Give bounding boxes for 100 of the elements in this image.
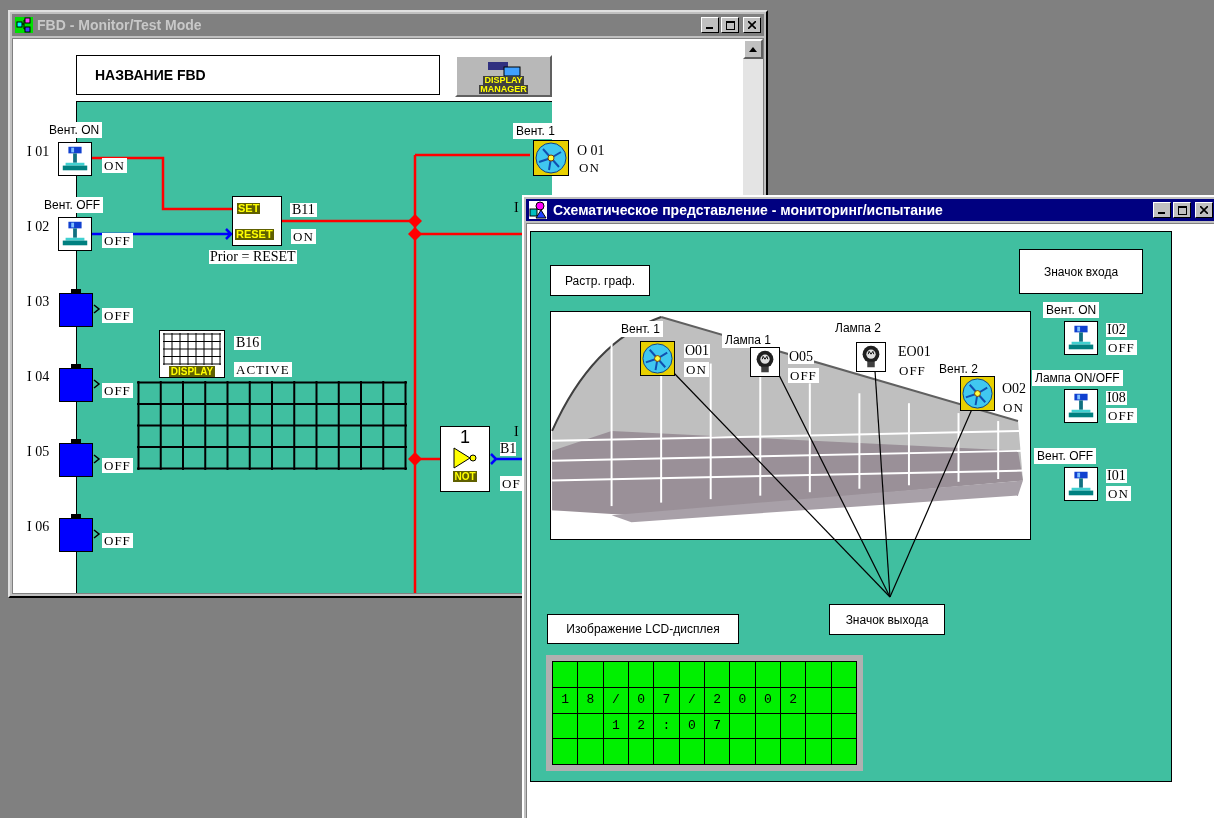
lcd-cell: 0 <box>730 687 755 713</box>
lcd-cell <box>831 687 856 713</box>
input-label: Вент. ON <box>1043 302 1100 318</box>
lcd-cell: / <box>679 687 704 713</box>
lcd-cell <box>730 713 755 739</box>
push-button-icon <box>58 217 92 251</box>
lcd-cell <box>755 662 780 687</box>
output-id: O05 <box>788 350 815 364</box>
maximize-button[interactable] <box>1173 202 1191 218</box>
input-id: I 06 <box>27 520 50 534</box>
close-button[interactable] <box>743 17 761 33</box>
input-state: OFF <box>102 458 133 473</box>
lcd-cell: 7 <box>705 713 730 739</box>
input-id: I 04 <box>27 370 50 384</box>
lcd-cell <box>654 739 679 764</box>
input-state: OFF <box>102 383 133 398</box>
maximize-icon <box>1177 205 1187 215</box>
output-state: ON <box>684 362 709 377</box>
lcd-cell: 0 <box>629 687 654 713</box>
lcd-cell <box>679 739 704 764</box>
lcd-cell <box>831 713 856 739</box>
lcd-cell <box>705 739 730 764</box>
lcd-cell <box>679 662 704 687</box>
lcd-cell <box>781 713 806 739</box>
lcd-cell <box>629 662 654 687</box>
minimize-button[interactable] <box>1153 202 1171 218</box>
block-number: 1 <box>460 427 470 447</box>
close-icon <box>748 21 756 29</box>
minimize-button[interactable] <box>701 17 719 33</box>
output-label: Вент. 1 <box>618 321 663 337</box>
display-manager-button[interactable]: DISPLAY MANAGER <box>455 55 552 97</box>
lcd-cell: 0 <box>755 687 780 713</box>
diagram-icon <box>15 17 33 33</box>
lcd-cell <box>806 662 831 687</box>
lcd-cell <box>781 662 806 687</box>
lcd-cell: : <box>654 713 679 739</box>
fbd-name-field: НАЗВАНИЕ FBD <box>76 55 440 95</box>
lcd-cell <box>553 713 578 739</box>
set-label: SET <box>237 203 261 214</box>
output-id: O02 <box>1001 382 1028 396</box>
lcd-cell <box>705 662 730 687</box>
input-state: ON <box>1106 486 1131 501</box>
lcd-cell: 2 <box>781 687 806 713</box>
not-caption: NOT <box>453 471 477 482</box>
input-block-icon <box>59 289 101 327</box>
output-id: EO01 <box>897 345 932 359</box>
partial-label: I <box>514 201 519 215</box>
output-id: O01 <box>684 344 711 358</box>
push-button-icon <box>1064 467 1098 501</box>
output-id: O 01 <box>577 144 605 158</box>
light-bulb-icon <box>750 347 780 377</box>
lcd-cell <box>578 662 603 687</box>
display-caption: DISPLAY <box>168 366 216 377</box>
lcd-cell: 1 <box>553 687 578 713</box>
input-state: OFF <box>1106 408 1137 423</box>
input-label: Вент. OFF <box>1034 448 1097 464</box>
scroll-up-button[interactable] <box>743 39 763 59</box>
push-button-icon <box>58 142 92 176</box>
close-button[interactable] <box>1195 202 1213 218</box>
lcd-cell: 0 <box>679 713 704 739</box>
input-block-icon <box>59 514 101 552</box>
input-id: I 05 <box>27 445 50 459</box>
block-state: ON <box>291 229 316 244</box>
reset-label: RESET <box>235 229 274 240</box>
input-state: OFF <box>102 233 133 248</box>
input-id: I 03 <box>27 295 50 309</box>
input-label: Лампа ON/OFF <box>1032 370 1123 386</box>
lcd-cell: / <box>603 687 628 713</box>
input-block-icon <box>59 364 101 402</box>
set-reset-block <box>232 196 282 246</box>
input-label: Вент. ON <box>46 122 103 138</box>
lcd-cell <box>806 739 831 764</box>
grid-icon <box>163 333 221 365</box>
block-state: ACTIVE <box>234 362 292 377</box>
lcd-cell <box>755 739 780 764</box>
output-label-box: Значок выхода <box>829 604 945 635</box>
lcd-cell: 2 <box>705 687 730 713</box>
inverter-icon <box>452 447 478 469</box>
fan-icon <box>533 140 569 176</box>
push-button-icon <box>1064 321 1098 355</box>
input-label-box: Значок входа <box>1019 249 1143 294</box>
lcd-cell <box>578 713 603 739</box>
lcd-cell: 7 <box>654 687 679 713</box>
up-arrow-icon <box>749 46 757 52</box>
output-label: Вент. 1 <box>513 123 558 139</box>
lcd-cell <box>831 662 856 687</box>
lcd-cell: 1 <box>603 713 628 739</box>
lcd-cell <box>553 662 578 687</box>
fan-icon <box>960 376 995 411</box>
input-state: OFF <box>102 308 133 323</box>
block-state: OF <box>500 476 523 491</box>
input-block-icon <box>59 439 101 477</box>
lcd-cell <box>806 713 831 739</box>
block-id: B11 <box>290 203 317 217</box>
input-state: ON <box>102 158 127 173</box>
maximize-button[interactable] <box>721 17 739 33</box>
input-state: OFF <box>102 533 133 548</box>
push-button-icon <box>1064 389 1098 423</box>
lcd-cell <box>603 739 628 764</box>
input-label: Вент. OFF <box>41 197 104 213</box>
